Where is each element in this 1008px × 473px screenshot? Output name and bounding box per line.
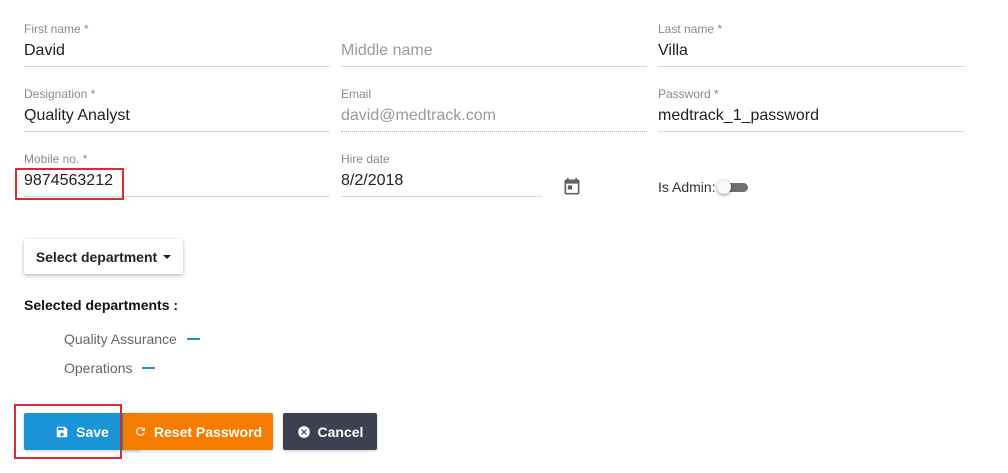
hire-date-input[interactable]: 8/2/2018: [341, 172, 542, 190]
first-name-underline: [24, 66, 330, 67]
department-item: Quality Assurance: [64, 331, 200, 347]
is-admin-toggle-knob: [717, 180, 731, 194]
is-admin-label: Is Admin:: [658, 179, 716, 195]
hire-date-underline: [341, 196, 542, 197]
cancel-button[interactable]: Cancel: [283, 413, 377, 450]
email-label: Email: [341, 87, 372, 101]
designation-underline: [24, 131, 330, 132]
email-field: Email david@medtrack.com: [341, 87, 647, 134]
select-department-label: Select department: [35, 248, 158, 265]
select-department-button[interactable]: Select department: [24, 239, 183, 274]
selected-departments-title: Selected departments :: [24, 297, 179, 313]
last-name-label: Last name *: [658, 22, 723, 36]
password-label: Password *: [658, 87, 719, 101]
designation-input[interactable]: Quality Analyst: [24, 107, 330, 125]
last-name-underline: [658, 66, 965, 67]
is-admin-toggle[interactable]: [717, 180, 748, 194]
save-highlight-box: [14, 404, 122, 459]
password-input[interactable]: medtrack_1_password: [658, 107, 965, 125]
department-item-label: Quality Assurance: [64, 331, 177, 347]
cancel-label: Cancel: [317, 423, 364, 440]
first-name-field: First name * David: [24, 22, 330, 69]
designation-field: Designation * Quality Analyst: [24, 87, 330, 134]
middle-name-underline: [341, 66, 647, 67]
last-name-input[interactable]: Villa: [658, 42, 965, 60]
designation-label: Designation *: [24, 87, 96, 101]
department-item: Operations: [64, 360, 156, 376]
email-input: david@medtrack.com: [341, 107, 496, 124]
refresh-icon: [136, 427, 145, 436]
first-name-input[interactable]: David: [24, 42, 330, 60]
password-field: Password * medtrack_1_password: [658, 87, 965, 134]
close-circle-icon: [297, 425, 310, 438]
reset-password-button[interactable]: Reset Password: [123, 413, 273, 450]
caret-down-icon: [163, 255, 172, 259]
reset-password-label: Reset Password: [153, 423, 263, 440]
first-name-label: First name *: [24, 22, 89, 36]
mobile-label: Mobile no. *: [24, 152, 88, 166]
hire-date-field: Hire date 8/2/2018: [341, 152, 542, 199]
hire-date-label: Hire date: [341, 152, 390, 166]
middle-name-input[interactable]: Middle name: [341, 42, 647, 60]
middle-name-field: Middle name: [341, 22, 647, 69]
department-item-label: Operations: [64, 360, 133, 376]
minus-icon[interactable]: [186, 338, 200, 340]
email-underline: [341, 131, 647, 132]
calendar-icon[interactable]: [562, 177, 582, 197]
minus-icon[interactable]: [142, 367, 156, 369]
mobile-highlight-box: [15, 168, 124, 200]
last-name-field: Last name * Villa: [658, 22, 965, 69]
password-underline: [658, 131, 965, 132]
